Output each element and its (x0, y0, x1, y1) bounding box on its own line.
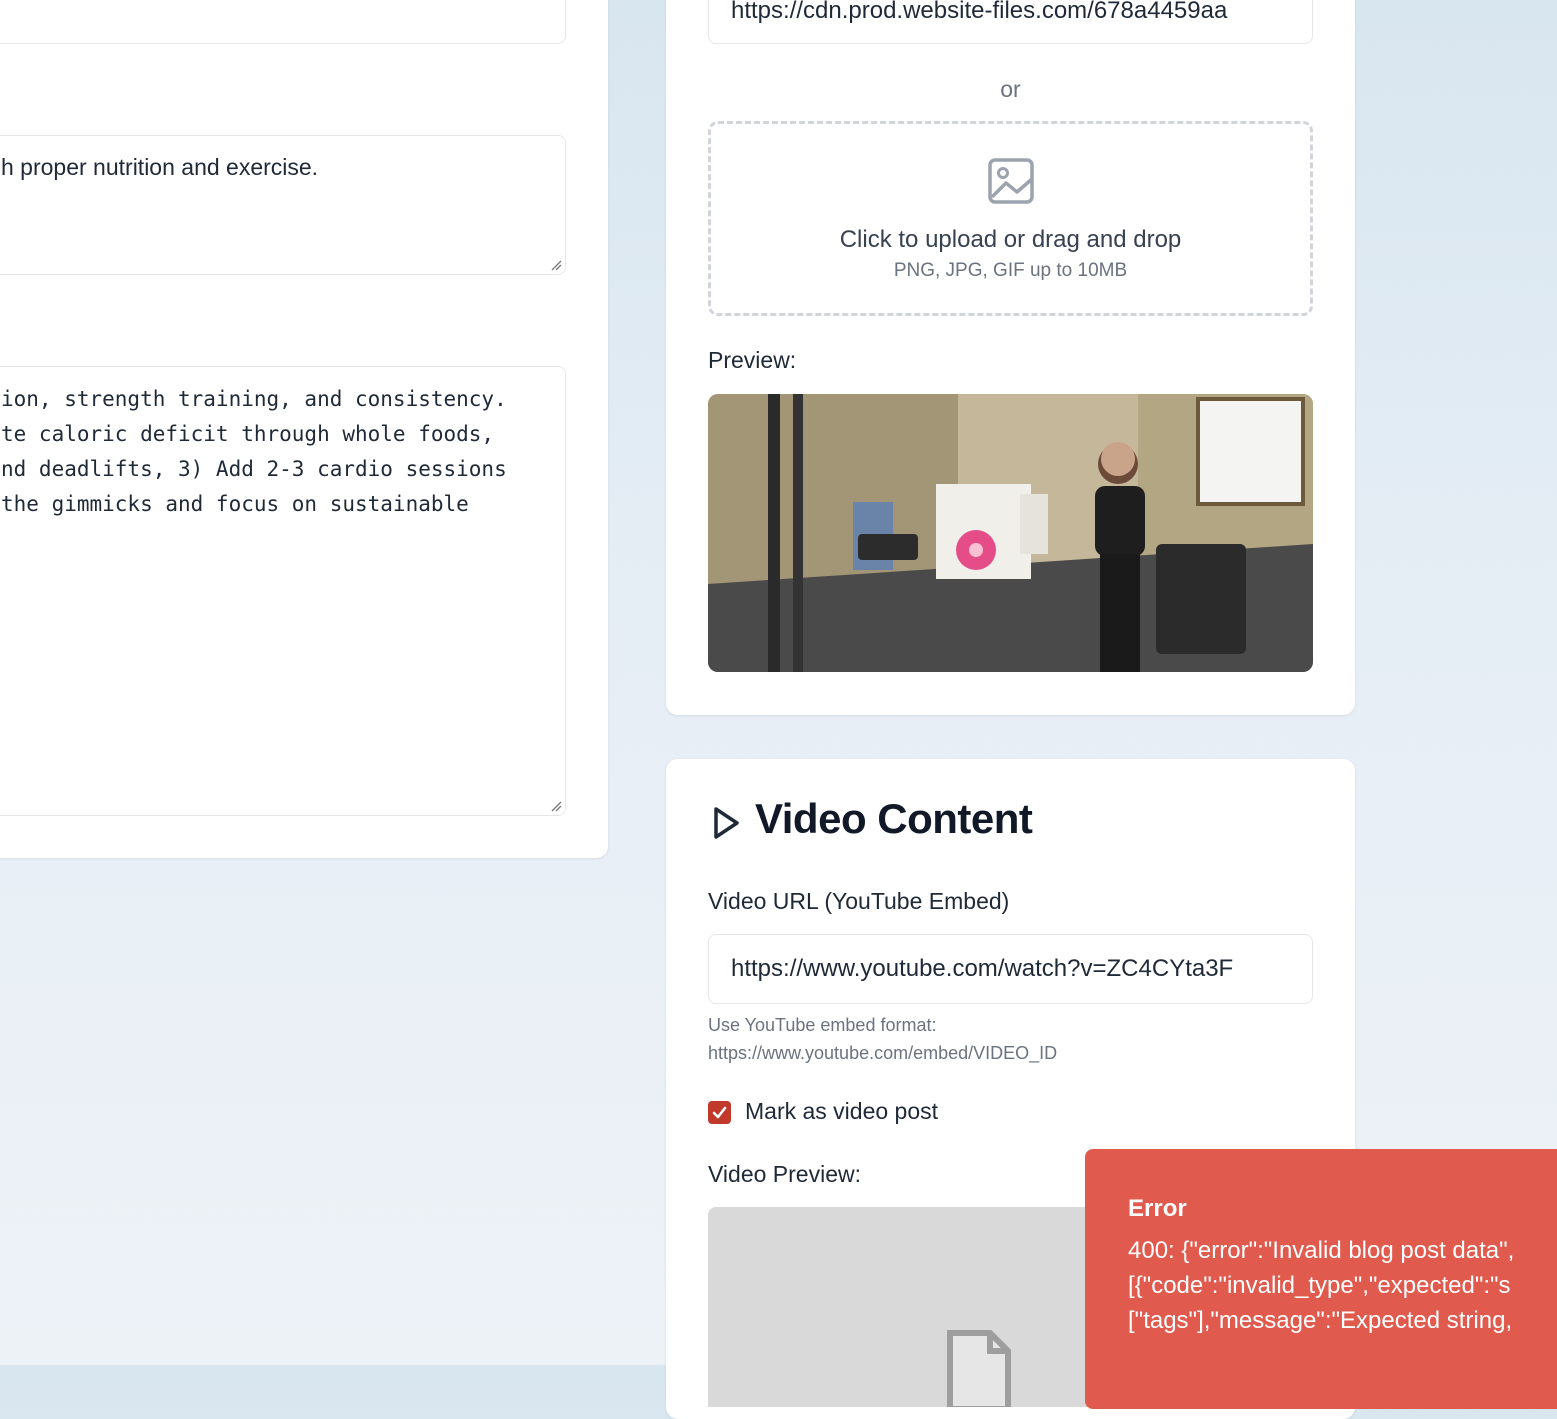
excerpt-text: h proper nutrition and exercise. (1, 154, 319, 180)
video-post-checkbox-label[interactable]: Mark as video post (745, 1098, 938, 1125)
toast-message-line: 400: {"error":"Invalid blog post data", (1128, 1237, 1515, 1264)
video-url-hint-line2: https://www.youtube.com/embed/VIDEO_ID (708, 1043, 1058, 1063)
content-line: nd deadlifts, 3) Add 2-3 cardio sessions (1, 457, 507, 481)
image-preview (708, 394, 1313, 672)
resize-handle-icon[interactable] (550, 800, 562, 812)
content-line: te caloric deficit through whole foods, (1, 422, 495, 446)
video-url-hint-line1: Use YouTube embed format: (708, 1015, 937, 1035)
content-textarea[interactable]: ion, strength training, and consistency.… (0, 366, 566, 816)
toast-message-line: ["tags"],"message":"Expected string, (1128, 1307, 1513, 1334)
video-preview-label: Video Preview: (708, 1161, 861, 1187)
image-icon (988, 158, 1034, 204)
image-url-input[interactable]: https://cdn.prod.website-files.com/678a4… (708, 0, 1313, 44)
video-url-input[interactable]: https://www.youtube.com/watch?v=ZC4CYta3… (708, 934, 1313, 1004)
upload-title: Click to upload or drag and drop (839, 226, 1182, 253)
broken-file-icon (947, 1330, 1011, 1407)
image-url-text: https://cdn.prod.website-files.com/678a4… (731, 0, 1228, 24)
play-icon (714, 807, 739, 839)
video-url-text: https://www.youtube.com/watch?v=ZC4CYta3… (731, 955, 1234, 982)
content-line: ion, strength training, and consistency. (1, 387, 507, 411)
image-upload-dropzone[interactable]: Click to upload or drag and drop PNG, JP… (708, 121, 1313, 316)
or-divider: or (1000, 76, 1021, 102)
checkmark-icon (712, 1106, 727, 1119)
section-title: Video Content (755, 795, 1033, 842)
video-url-label: Video URL (YouTube Embed) (708, 888, 1010, 914)
video-post-checkbox[interactable] (708, 1101, 731, 1124)
toast-title: Error (1128, 1195, 1187, 1222)
error-toast[interactable]: Error 400: {"error":"Invalid blog post d… (1085, 1149, 1557, 1409)
content-line: the gimmicks and focus on sustainable (1, 492, 469, 516)
preview-label: Preview: (708, 347, 797, 373)
excerpt-textarea[interactable]: h proper nutrition and exercise. (0, 135, 566, 275)
title-input[interactable] (0, 0, 566, 44)
resize-handle-icon[interactable] (550, 259, 562, 271)
toast-message-line: [{"code":"invalid_type","expected":"s (1128, 1272, 1511, 1299)
upload-hint: PNG, JPG, GIF up to 10MB (893, 260, 1128, 281)
